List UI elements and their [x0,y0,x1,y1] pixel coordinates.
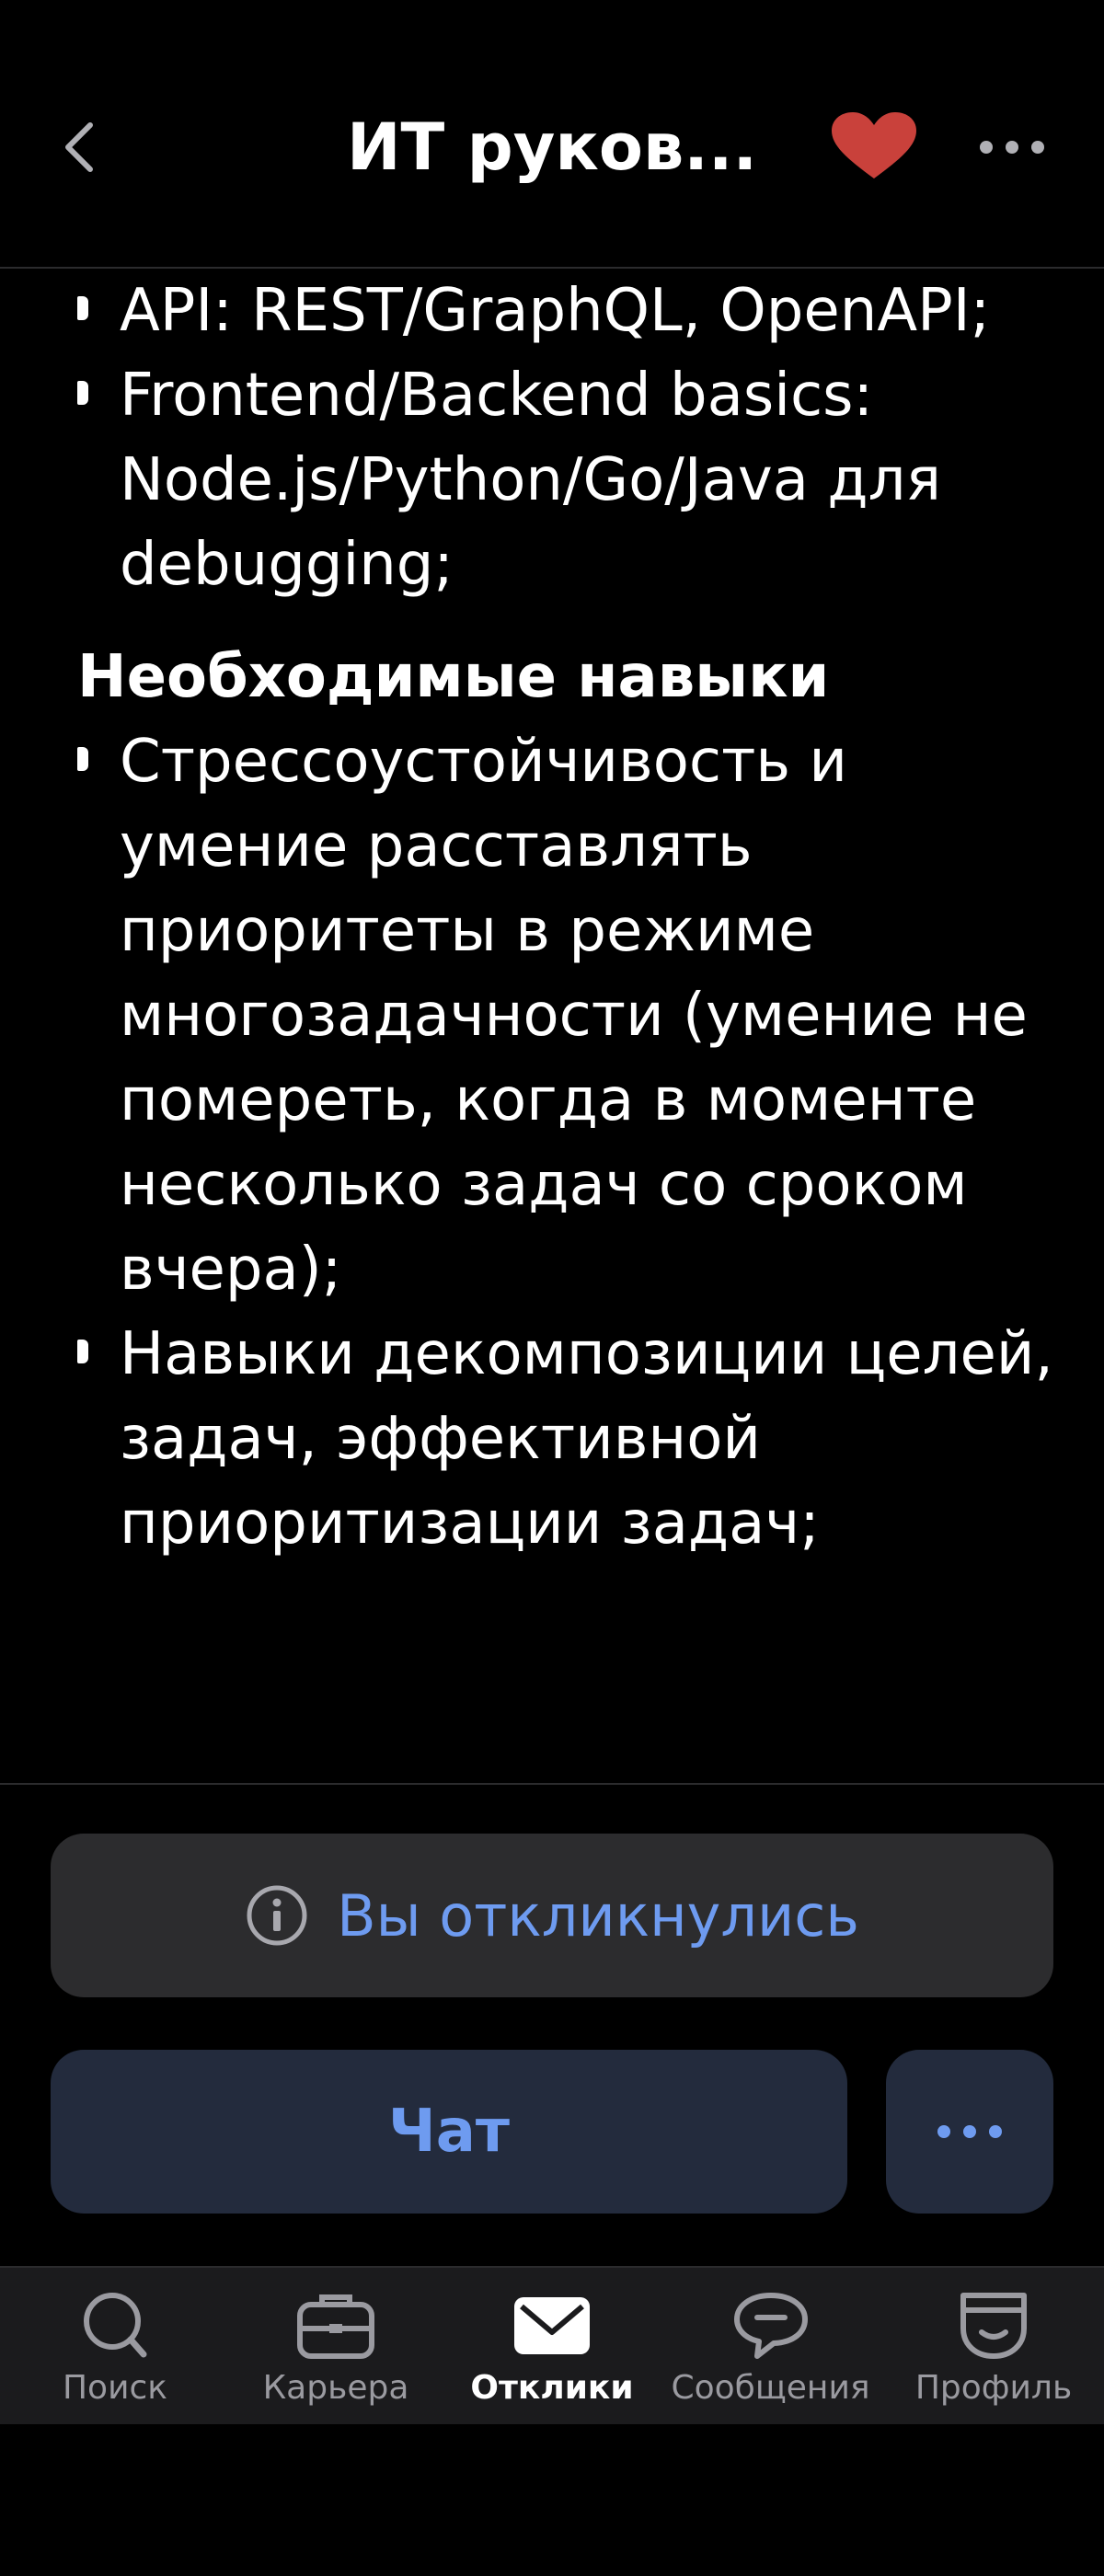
responded-status-button[interactable]: Вы откликнулись [51,1834,1053,1997]
tab-messages[interactable]: Сообщения [658,2268,883,2424]
list-item: Навыки декомпозиции целей, задач, эффект… [0,1312,1104,1566]
info-icon [247,1885,307,1946]
bullet-icon [77,747,88,771]
ellipsis-icon [937,2125,1002,2138]
section-title: Необходимые навыки [77,643,830,711]
heart-icon [832,112,916,178]
more-options-button[interactable] [975,120,1049,175]
vacancy-description: API: REST/GraphQL, OpenAPI; Frontend/Bac… [0,269,1104,1783]
back-button[interactable] [52,110,116,184]
tab-label: Поиск [62,2369,168,2407]
list-item-text: API: REST/GraphQL, OpenAPI; [120,277,991,345]
bullet-icon [77,296,88,320]
bullet-icon [77,381,88,405]
chat-button[interactable]: Чат [51,2050,847,2214]
screen: ИТ руков... API: REST/GraphQL, OpenAPI; … [0,0,1104,2576]
skills-list: Стрессоустойчивость и умение расставлять… [0,719,1104,1566]
tab-responses[interactable]: Отклики [442,2268,662,2424]
tab-label: Отклики [470,2369,634,2407]
bottom-tab-bar: Поиск Карьера Отклики Сообщения Профиль [0,2266,1104,2424]
list-item-text: Навыки декомпозиции целей, задач, эффект… [120,1320,1053,1558]
list-item: Frontend/Backend basics: Node.js/Python/… [0,353,1104,607]
divider [0,1783,1104,1785]
list-item-text: Стрессоустойчивость и умение расставлять… [120,728,1028,1304]
chat-label: Чат [388,2098,510,2166]
responded-label: Вы откликнулись [337,1881,859,1949]
chat-bubble-icon [733,2293,808,2359]
tab-profile[interactable]: Профиль [883,2268,1104,2424]
bullet-icon [77,1340,88,1363]
profile-icon [960,2293,1027,2359]
tab-label: Сообщения [671,2369,870,2407]
briefcase-icon [297,2294,374,2359]
tab-label: Профиль [914,2369,1073,2407]
list-item: Стрессоустойчивость и умение расставлять… [0,719,1104,1312]
chevron-left-icon [65,122,93,172]
list-item: API: REST/GraphQL, OpenAPI; [0,269,1104,353]
top-app-bar: ИТ руков... [0,0,1104,269]
more-actions-button[interactable] [886,2050,1053,2214]
requirements-list: API: REST/GraphQL, OpenAPI; Frontend/Bac… [0,269,1104,607]
favorite-button[interactable] [828,110,920,184]
envelope-icon [514,2297,590,2354]
tab-label: Карьера [262,2369,409,2407]
list-item-text: Frontend/Backend basics: Node.js/Python/… [120,362,941,599]
search-icon [84,2293,147,2358]
tab-search[interactable]: Поиск [0,2268,230,2424]
page-title: ИТ руков... [346,109,758,185]
ellipsis-icon [980,141,1044,154]
tab-career[interactable]: Карьера [212,2268,460,2424]
